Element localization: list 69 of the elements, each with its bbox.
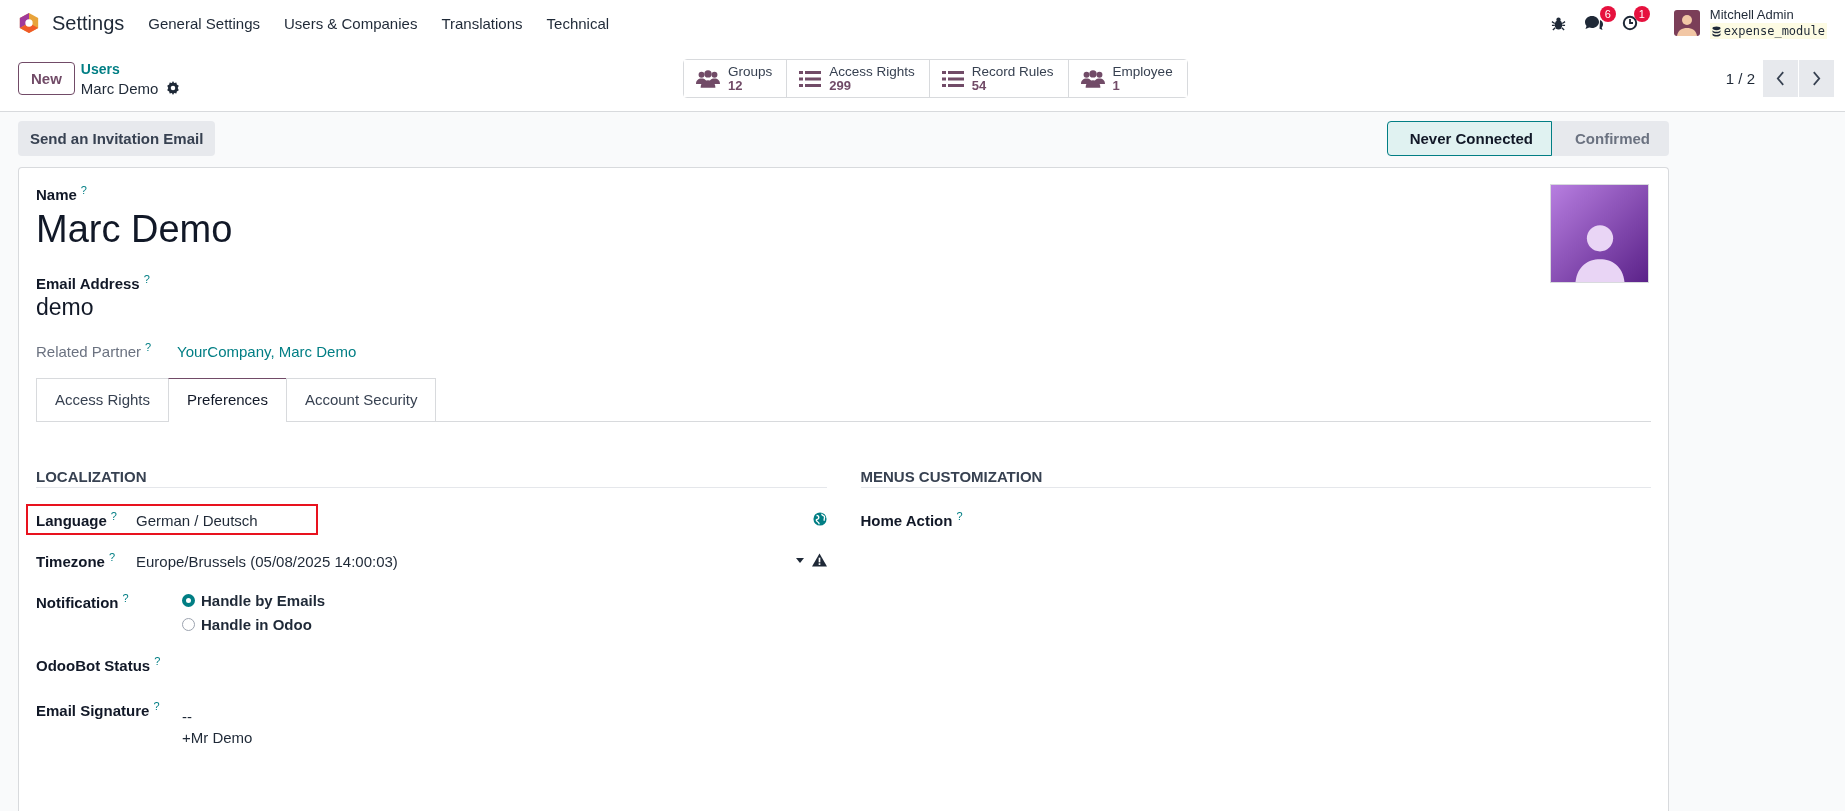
menu-item[interactable]: General Settings xyxy=(148,14,260,32)
database-name: expense_module xyxy=(1723,23,1825,39)
activity-count-badge: 1 xyxy=(1633,6,1650,22)
smart-button[interactable]: Groups 12 xyxy=(684,60,788,97)
help-tooltip[interactable]: ? xyxy=(145,341,152,353)
field-label: Name xyxy=(36,186,77,203)
help-tooltip[interactable]: ? xyxy=(108,551,116,563)
list-icon xyxy=(799,69,822,88)
status-stage[interactable]: Confirmed xyxy=(1552,120,1669,156)
chevron-right-icon xyxy=(1812,71,1821,86)
tab[interactable]: Preferences xyxy=(168,378,287,422)
field-label: OdooBot Status xyxy=(36,657,151,674)
clock-icon[interactable] xyxy=(1621,15,1638,31)
radio-label[interactable]: Handle in Odoo xyxy=(201,616,312,633)
field-value[interactable]: German / Deutsch xyxy=(136,512,258,529)
field-label: Email Address xyxy=(36,275,140,292)
send-invitation-button[interactable]: Send an Invitation Email xyxy=(18,120,216,156)
field-label: Language xyxy=(36,512,107,529)
help-tooltip[interactable]: ? xyxy=(80,184,87,196)
chat-icon[interactable] xyxy=(1583,15,1604,31)
field-label: Related Partner xyxy=(36,343,142,360)
pager-value: 1 / 2 xyxy=(1725,70,1755,87)
globe-icon[interactable] xyxy=(812,512,827,526)
help-tooltip[interactable]: ? xyxy=(153,700,160,712)
breadcrumb-link[interactable]: Users xyxy=(80,59,181,79)
message-count-badge: 6 xyxy=(1599,6,1616,22)
radio-button[interactable] xyxy=(182,594,195,607)
record-title: Marc Demo xyxy=(80,78,159,98)
field-label: Email Signature xyxy=(36,702,150,719)
field-value[interactable]: Europe/Brussels (05/08/2025 14:00:03) xyxy=(136,553,398,570)
settings-icon[interactable] xyxy=(166,81,181,95)
partner-link[interactable]: YourCompany, Marc Demo xyxy=(177,343,357,360)
bug-icon[interactable] xyxy=(1550,15,1566,31)
section-title: MENUS CUSTOMIZATION xyxy=(860,468,1651,488)
database-icon xyxy=(1711,25,1721,37)
help-tooltip[interactable]: ? xyxy=(110,510,117,522)
menu-item[interactable]: Users & Companies xyxy=(284,14,418,32)
help-tooltip[interactable]: ? xyxy=(122,592,129,604)
caret-icon[interactable] xyxy=(795,557,804,563)
app-logo-icon[interactable] xyxy=(18,11,40,35)
user-name-title: Marc Demo xyxy=(36,207,234,252)
help-tooltip[interactable]: ? xyxy=(154,655,161,667)
menu-item[interactable]: Technical xyxy=(546,14,610,32)
tab[interactable]: Account Security xyxy=(285,378,437,421)
user-avatar-icon[interactable] xyxy=(1673,10,1700,36)
chevron-left-icon xyxy=(1776,71,1785,86)
help-tooltip[interactable]: ? xyxy=(143,273,150,285)
people-icon xyxy=(696,69,720,88)
signature-line: +Mr Demo xyxy=(182,729,253,746)
previous-button[interactable] xyxy=(1763,60,1798,97)
menu-item[interactable]: Translations xyxy=(441,14,523,32)
user-name[interactable]: Mitchell Admin xyxy=(1709,7,1827,23)
radio-label[interactable]: Handle by Emails xyxy=(201,592,326,609)
avatar-placeholder[interactable] xyxy=(1550,184,1649,283)
signature-line: -- xyxy=(182,708,193,725)
field-label: Notification xyxy=(36,594,119,611)
list-icon xyxy=(941,69,964,88)
tab[interactable]: Access Rights xyxy=(36,378,170,421)
app-name[interactable]: Settings xyxy=(52,11,125,35)
field-label: Timezone xyxy=(36,553,105,570)
field-label: Home Action xyxy=(860,512,953,529)
email-value: demo xyxy=(36,294,95,321)
people-icon xyxy=(1080,69,1105,88)
new-button[interactable]: New xyxy=(18,62,75,95)
next-button[interactable] xyxy=(1799,60,1834,97)
section-title: LOCALIZATION xyxy=(36,468,827,488)
warning-icon xyxy=(811,553,827,567)
help-tooltip[interactable]: ? xyxy=(956,510,963,522)
status-stage[interactable]: Never Connected xyxy=(1386,120,1552,156)
